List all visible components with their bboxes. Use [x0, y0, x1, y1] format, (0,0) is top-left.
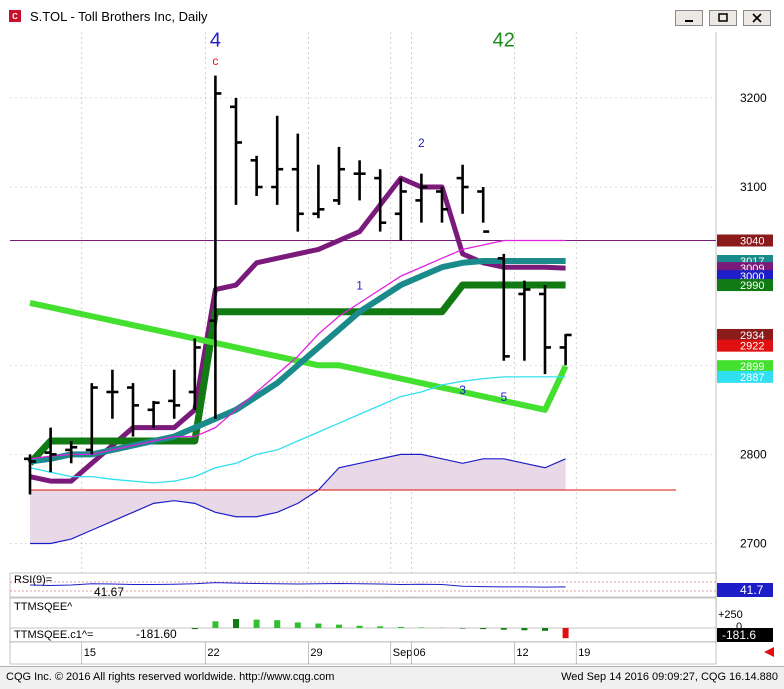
svg-text:C: C — [12, 12, 18, 21]
date-label: 29 — [310, 647, 322, 659]
ttm-histogram-bar — [192, 628, 198, 629]
minimize-icon — [676, 11, 702, 25]
ttm-histogram-bar — [274, 620, 280, 628]
ttm-histogram-bar — [418, 627, 424, 628]
restore-button[interactable] — [709, 10, 737, 26]
ttm-histogram-bar — [295, 622, 301, 628]
wave-label: 42 — [493, 32, 515, 51]
status-bar: CQG Inc. © 2016 All rights reserved worl… — [0, 666, 784, 689]
restore-icon — [710, 11, 736, 25]
date-label: 06 — [413, 647, 425, 659]
price-axis-background — [716, 32, 784, 573]
close-icon — [744, 11, 770, 25]
ttm-histogram-bar — [563, 628, 569, 638]
price-tick-label: 3100 — [740, 180, 767, 194]
ttm-histogram-bar — [521, 628, 527, 630]
price-tag-value: 2887 — [740, 372, 764, 384]
rsi-axis-value: 41.7 — [740, 583, 764, 597]
ttm-axis-value: -181.6 — [722, 628, 756, 642]
price-chart[interactable]: 4c421235 32003100290028002700 3040301730… — [0, 32, 784, 666]
date-label: 15 — [84, 647, 96, 659]
date-axis: 15 22 29 Sep06 12 19 — [10, 642, 716, 664]
ttm-histogram-bar — [542, 628, 548, 631]
timestamp-text: Wed Sep 14 2016 09:09:27, CQG 16.14.880 — [561, 671, 778, 683]
chart-background — [0, 32, 784, 666]
ttm-histogram-bar — [357, 626, 363, 628]
ttm-histogram-bar — [336, 625, 342, 628]
minimize-button[interactable] — [675, 10, 703, 26]
price-tick-label: 2800 — [740, 447, 767, 461]
price-tick-label: 2700 — [740, 536, 767, 550]
window-title: S.TOL - Toll Brothers Inc, Daily — [30, 9, 208, 24]
ttm-histogram-bar — [377, 626, 383, 628]
date-label: Sep — [393, 647, 413, 659]
ttm-histogram-bar — [233, 619, 239, 628]
ttm-histogram-bar — [501, 628, 507, 630]
rsi-value: 41.67 — [94, 585, 124, 599]
price-tag-value: 2922 — [740, 341, 764, 353]
price-tick-label: 3200 — [740, 91, 767, 105]
ttm-histogram-bar — [460, 628, 466, 629]
ttm-value: -181.60 — [136, 627, 177, 641]
wave-label: 1 — [356, 279, 363, 293]
wave-label: 5 — [500, 390, 507, 404]
cqg-app-icon: C — [9, 10, 21, 22]
wave-label: c — [212, 54, 218, 68]
ttm-histogram-bar — [480, 628, 486, 629]
ttm-panel: TTMSQEE^ TTMSQEE.c1^= -181.60 +250 0 -18… — [10, 598, 773, 642]
ttm-histogram-bar — [315, 624, 321, 628]
date-label: 19 — [578, 647, 590, 659]
wave-label: 3 — [459, 383, 466, 397]
price-tag-value: 3040 — [740, 236, 764, 248]
price-tag-value: 2990 — [740, 280, 764, 292]
rsi-panel: RSI(9)= 41.67 41.7 — [10, 573, 773, 599]
ttm-axis-top: +250 — [718, 609, 743, 621]
ttm-label: TTMSQEE^ — [14, 601, 73, 613]
title-bar[interactable]: C S.TOL - Toll Brothers Inc, Daily — [0, 0, 784, 33]
close-button[interactable] — [743, 10, 771, 26]
ttm-histogram-bar — [254, 620, 260, 628]
application-window: C S.TOL - Toll Brothers Inc, Daily 4 c 42 1… — [0, 0, 784, 688]
date-label: 12 — [516, 647, 528, 659]
rsi-label: RSI(9)= — [14, 574, 52, 586]
copyright-text: CQG Inc. © 2016 All rights reserved worl… — [6, 671, 334, 683]
ttm-histogram-bar — [398, 627, 404, 628]
wave-label: 2 — [418, 136, 425, 150]
wave-label: 4 — [210, 32, 221, 51]
ttm-value-label: TTMSQEE.c1^= — [14, 629, 93, 641]
ttm-histogram-bar — [212, 621, 218, 628]
date-label: 22 — [207, 647, 219, 659]
